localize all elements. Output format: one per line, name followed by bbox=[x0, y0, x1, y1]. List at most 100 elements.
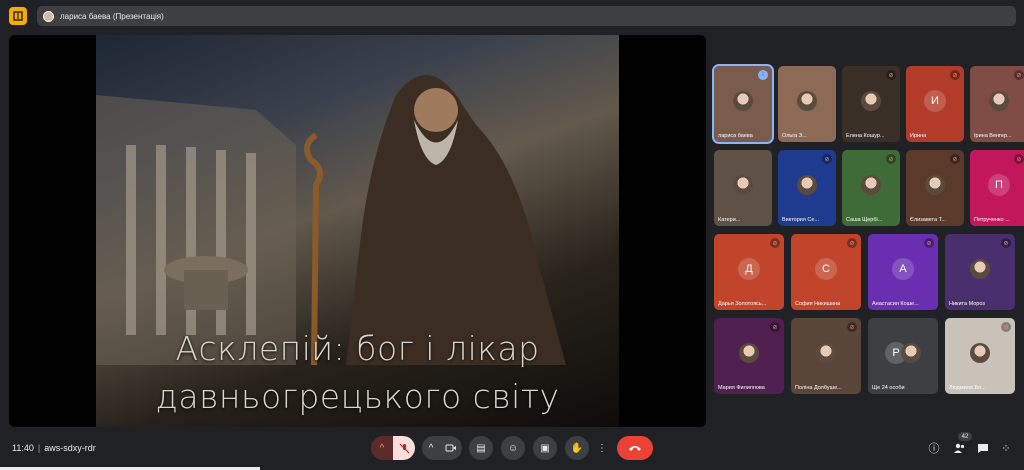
mic-muted-icon: ⊘ bbox=[822, 154, 832, 164]
bottom-control-bar: 11:40 | aws-sdxy-rdr ^ ^ ▤ ☺ ▣ ✋ ⋮ ⓘ 42 ⁘ bbox=[0, 430, 1024, 470]
document-icon bbox=[13, 11, 23, 21]
presentation-slide: Асклепій: бог і лікар давньогрецького св… bbox=[96, 35, 619, 427]
people-button[interactable] bbox=[952, 441, 966, 455]
participant-tile[interactable]: А ⊘ Анастасия Коше... bbox=[868, 234, 938, 310]
participant-tile[interactable]: ⊘ Саша Щербі... bbox=[842, 150, 900, 226]
camera-icon bbox=[445, 444, 456, 452]
participant-name: София Никишина bbox=[795, 301, 841, 307]
participant-grid: ⁞ лариса баева Ольга З... ⊘ Елена Кошур... И ⊘… bbox=[712, 64, 1024, 396]
participant-avatar-letter: С bbox=[815, 257, 837, 280]
participant-video bbox=[797, 90, 817, 111]
participant-tile[interactable]: Катери... bbox=[714, 150, 772, 226]
mic-toggle-button[interactable] bbox=[393, 436, 415, 460]
participant-video bbox=[989, 90, 1009, 111]
people-count-badge: 42 bbox=[958, 432, 972, 441]
mic-muted-icon: ⊘ bbox=[1014, 70, 1024, 80]
mic-muted-icon: ⊘ bbox=[1001, 322, 1011, 332]
participant-tile[interactable]: ⊘ Ірина Венгер... bbox=[970, 66, 1024, 142]
participant-video bbox=[797, 174, 817, 195]
chat-button[interactable] bbox=[976, 441, 990, 455]
chevron-up-icon: ^ bbox=[379, 442, 385, 454]
separator: | bbox=[37, 443, 41, 453]
meet-app-icon[interactable] bbox=[9, 7, 27, 25]
present-icon: ▣ bbox=[540, 442, 550, 454]
participant-name: Петрученко ... bbox=[974, 217, 1010, 223]
slide-title-line-2: давньогрецького світу bbox=[155, 377, 560, 416]
mic-muted-icon: ⊘ bbox=[924, 238, 934, 248]
slide-title-line-1: Асклепій: бог і лікар bbox=[175, 329, 540, 368]
participant-name: Людмила Бо... bbox=[949, 385, 986, 391]
mic-muted-icon: ⊘ bbox=[847, 238, 857, 248]
more-options-button[interactable]: ⋮ bbox=[595, 436, 609, 460]
mic-off-icon bbox=[399, 443, 409, 453]
participant-avatar bbox=[901, 342, 922, 363]
present-button[interactable]: ▣ bbox=[533, 436, 557, 460]
participant-name: Ирина bbox=[910, 133, 927, 139]
emoji-icon: ☺ bbox=[507, 442, 519, 454]
participant-tile[interactable]: ⊘ Людмила Бо... bbox=[945, 318, 1015, 394]
meeting-info: 11:40 | aws-sdxy-rdr bbox=[12, 443, 96, 453]
participant-name: Ірина Венгер... bbox=[974, 133, 1012, 139]
participant-name: Саша Щербі... bbox=[846, 217, 883, 223]
top-bar: лариса баева (Презентація) bbox=[0, 0, 1024, 30]
participant-name: лариса баева bbox=[718, 133, 753, 139]
meeting-details-button[interactable]: ⓘ bbox=[927, 441, 941, 455]
presenter-banner[interactable]: лариса баева (Презентація) bbox=[37, 6, 1016, 26]
speaking-indicator-icon: ⁞ bbox=[758, 70, 768, 80]
participant-tile[interactable]: ⊘ Мария Филиппова bbox=[714, 318, 784, 394]
participant-avatar-letter: А bbox=[892, 257, 914, 280]
participant-tile[interactable]: Ольга З... bbox=[778, 66, 836, 142]
participant-video bbox=[970, 258, 990, 279]
participant-name: Никита Мороз bbox=[949, 301, 985, 307]
participant-name: Елена Кошур... bbox=[846, 133, 885, 139]
participant-name: Виктория Се... bbox=[782, 217, 819, 223]
hangup-icon bbox=[629, 446, 641, 451]
slide-illustration bbox=[96, 75, 566, 366]
participant-name: Катери... bbox=[718, 217, 741, 223]
meeting-code: aws-sdxy-rdr bbox=[44, 443, 96, 453]
participant-tile[interactable]: ⊘ Никита Мороз bbox=[945, 234, 1015, 310]
mic-muted-icon: ⊘ bbox=[770, 322, 780, 332]
audio-options-button[interactable]: ^ bbox=[371, 436, 393, 460]
info-icon: ⓘ bbox=[928, 443, 940, 455]
participant-tile[interactable]: Р Ще 24 особи bbox=[868, 318, 938, 394]
participant-tile[interactable]: П ⊘ Петрученко ... bbox=[970, 150, 1024, 226]
captions-icon: ▤ bbox=[476, 442, 486, 454]
leave-call-button[interactable] bbox=[617, 436, 653, 460]
mic-muted-icon: ⊘ bbox=[950, 154, 960, 164]
emoji-button[interactable]: ☺ bbox=[501, 436, 525, 460]
chevron-up-icon: ^ bbox=[428, 442, 434, 454]
participant-video bbox=[733, 90, 753, 111]
participant-name: Дарья Золотоясь... bbox=[718, 301, 767, 307]
video-options-button[interactable]: ^ bbox=[422, 436, 440, 460]
participant-video bbox=[861, 90, 881, 111]
participant-tile[interactable]: ⊘ Поліна Долбуше... bbox=[791, 318, 861, 394]
participant-name: Ольга З... bbox=[782, 133, 807, 139]
participant-tile[interactable]: ⊘ Виктория Се... bbox=[778, 150, 836, 226]
mic-muted-icon: ⊘ bbox=[886, 154, 896, 164]
mic-muted-icon: ⊘ bbox=[770, 238, 780, 248]
activities-icon: ⁘ bbox=[1001, 442, 1011, 455]
chat-icon bbox=[978, 443, 988, 453]
camera-toggle-button[interactable] bbox=[440, 436, 462, 460]
mic-muted-icon: ⊘ bbox=[950, 70, 960, 80]
raise-hand-button[interactable]: ✋ bbox=[565, 436, 589, 460]
participant-name: Єлизавета Т... bbox=[910, 217, 946, 223]
participant-tile[interactable]: ⊘ Єлизавета Т... bbox=[906, 150, 964, 226]
clock-time: 11:40 bbox=[12, 443, 34, 453]
participant-tile[interactable]: С ⊘ София Никишина bbox=[791, 234, 861, 310]
participant-video bbox=[861, 174, 881, 195]
participant-tile[interactable]: И ⊘ Ирина bbox=[906, 66, 964, 142]
mic-muted-icon: ⊘ bbox=[847, 322, 857, 332]
activities-button[interactable]: ⁘ bbox=[999, 441, 1013, 455]
participant-video bbox=[739, 342, 759, 363]
captions-button[interactable]: ▤ bbox=[469, 436, 493, 460]
presentation-stage[interactable]: Асклепій: бог і лікар давньогрецького св… bbox=[9, 35, 706, 427]
participant-tile[interactable]: ⊘ Елена Кошур... bbox=[842, 66, 900, 142]
participant-video bbox=[816, 342, 836, 363]
participant-name: Поліна Долбуше... bbox=[795, 385, 842, 391]
mic-muted-icon: ⊘ bbox=[1014, 154, 1024, 164]
participant-tile[interactable]: Д ⊘ Дарья Золотоясь... bbox=[714, 234, 784, 310]
participant-video bbox=[970, 342, 990, 363]
participant-tile[interactable]: ⁞ лариса баева bbox=[712, 64, 774, 144]
